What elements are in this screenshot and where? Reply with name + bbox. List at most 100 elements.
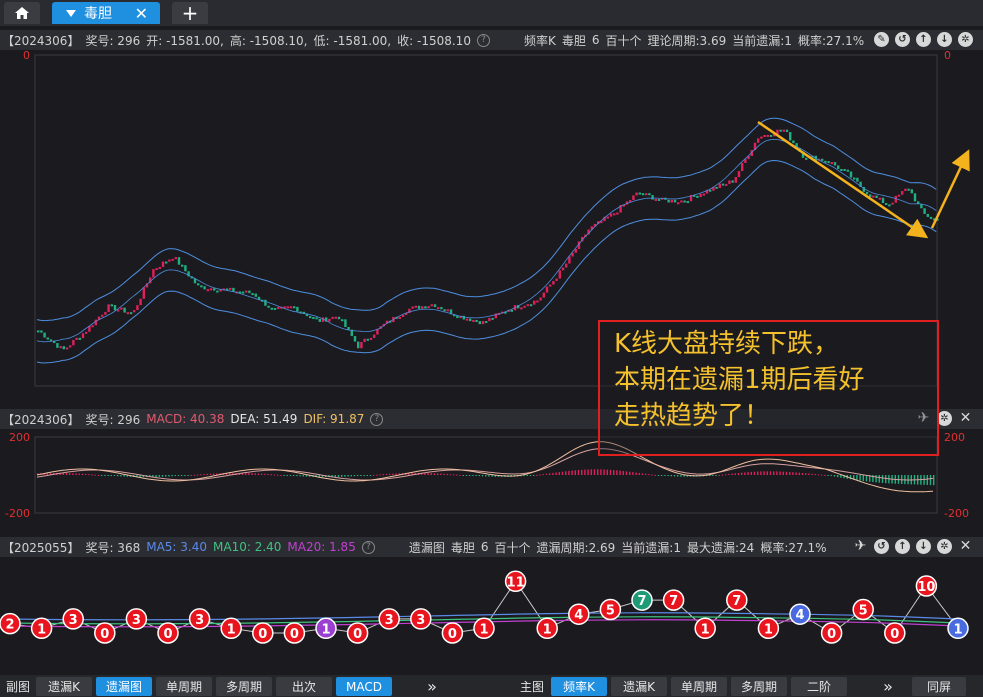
macd-bar (798, 472, 800, 475)
dea-value: DEA: 51.49 (230, 412, 298, 426)
candle (792, 140, 795, 144)
macd-bar (363, 475, 365, 476)
candle (472, 319, 475, 322)
refresh-icon[interactable]: ↺ (895, 32, 910, 47)
candle (462, 315, 465, 320)
candle (785, 129, 789, 133)
macd-bar (81, 473, 84, 475)
same-screen-button[interactable]: 同屏 (912, 677, 966, 696)
candle (853, 177, 856, 180)
dropdown-icon[interactable] (66, 9, 76, 17)
arrow-down-icon[interactable]: ↓ (937, 32, 952, 47)
macd-bar (264, 473, 266, 475)
macd-bar (593, 469, 596, 475)
arrow-up-icon[interactable]: ↑ (916, 32, 931, 47)
help-icon[interactable]: ? (361, 540, 375, 554)
macd-bar (622, 471, 624, 475)
gear-icon[interactable]: ✲ (958, 32, 973, 47)
candle (766, 134, 769, 137)
y-tick-label: 0 (23, 50, 30, 62)
gear-icon[interactable]: ✲ (937, 411, 952, 426)
sub-single-period-button[interactable]: 单周期 (156, 677, 212, 696)
candle (757, 138, 760, 143)
candle (229, 287, 232, 290)
pin-icon[interactable]: ✈ (853, 539, 868, 554)
arrow-down-icon[interactable]: ↓ (916, 539, 931, 554)
pick-count: 6 (591, 33, 600, 47)
position-group: 百十个 (605, 33, 642, 48)
more-main-button[interactable]: » (876, 677, 900, 696)
arrow-up-icon[interactable]: ↑ (895, 539, 910, 554)
macd-bar (539, 474, 541, 476)
home-tab[interactable] (4, 2, 40, 24)
main-second-order-button[interactable]: 二阶 (791, 677, 847, 696)
help-icon[interactable]: ? (370, 412, 384, 426)
macd-bar (651, 474, 653, 476)
macd-bar (635, 472, 637, 475)
candle (549, 284, 552, 287)
macd-bar (469, 475, 471, 476)
help-icon[interactable]: ? (476, 33, 490, 47)
omission-value: 0 (290, 627, 299, 642)
y-tick-label-right: 0 (944, 50, 951, 62)
sub-count-button[interactable]: 出次 (276, 677, 332, 696)
macd-bar (581, 469, 583, 475)
game-name: 毒胆 (561, 33, 586, 48)
main-freq-k-button[interactable]: 频率K (551, 677, 607, 696)
candle (565, 263, 568, 268)
candle (670, 199, 673, 203)
macd-bar (731, 473, 733, 475)
candle (741, 162, 744, 172)
candle (270, 307, 273, 310)
gear-icon[interactable]: ✲ (937, 539, 952, 554)
candle (561, 267, 565, 271)
candle (856, 177, 859, 182)
macd-bar (353, 475, 356, 477)
tab-dudan[interactable]: 毒胆 ✕ (52, 2, 160, 24)
macd-bar (430, 473, 432, 475)
edit-icon[interactable]: ✎ (874, 32, 889, 47)
candle (129, 312, 133, 315)
omission-chart[interactable]: 2 1303031 0 0 1 03 30 11114 57 71714050101 (0, 557, 983, 674)
macd-bar (603, 469, 605, 475)
sub-omit-k-button[interactable]: 遗漏K (36, 677, 92, 696)
candle (369, 337, 373, 340)
more-sub-button[interactable]: » (420, 677, 444, 696)
macd-bar (472, 475, 474, 476)
candle (168, 259, 171, 262)
close-icon[interactable]: ✕ (135, 4, 148, 23)
candle (465, 318, 469, 321)
macd-bar (485, 475, 487, 477)
macd-bar (670, 475, 672, 477)
macd-bar (728, 473, 730, 475)
macd-bar (801, 472, 804, 475)
sub-omit-chart-button[interactable]: 遗漏图 (96, 677, 152, 696)
main-multi-period-button[interactable]: 多周期 (731, 677, 787, 696)
main-omit-k-button[interactable]: 遗漏K (611, 677, 667, 696)
macd-bar (792, 472, 794, 475)
add-tab-button[interactable]: + (172, 2, 208, 24)
candle (62, 346, 65, 350)
macd-bar (859, 475, 861, 481)
candle (529, 304, 533, 307)
candle (446, 309, 449, 312)
sub-multi-period-button[interactable]: 多周期 (216, 677, 272, 696)
candle (763, 135, 766, 138)
close-icon[interactable]: ✕ (958, 411, 973, 426)
candle (542, 292, 545, 298)
macd-bar (862, 475, 864, 482)
refresh-icon[interactable]: ↺ (874, 539, 889, 554)
close-icon[interactable]: ✕ (958, 539, 973, 554)
candle (907, 188, 910, 191)
candle (344, 319, 347, 328)
low-value: 低: -1581.00, (313, 33, 392, 48)
omission-value: 1 (37, 622, 46, 637)
main-single-period-button[interactable]: 单周期 (671, 677, 727, 696)
macd-bar (657, 475, 660, 476)
candle (40, 330, 43, 333)
macd-bar (760, 471, 762, 475)
sub-macd-button[interactable]: MACD (336, 677, 392, 696)
macd-bar (561, 471, 564, 475)
candle (469, 318, 472, 322)
candle (613, 213, 616, 216)
